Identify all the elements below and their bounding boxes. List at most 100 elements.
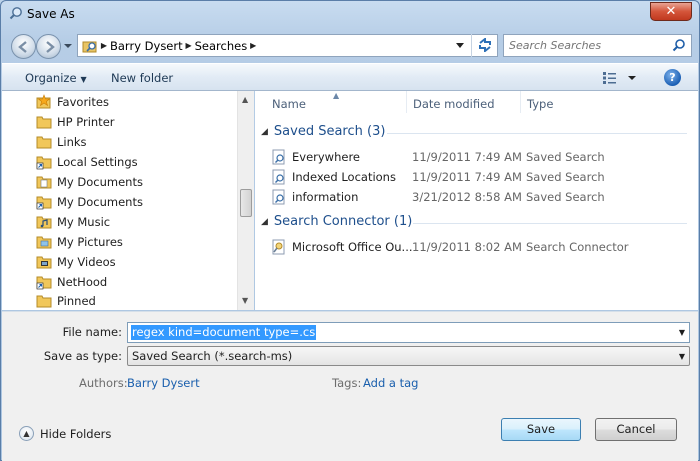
address-dropdown-icon[interactable] [455, 42, 465, 50]
videos-folder-icon [36, 256, 52, 269]
save-details-panel: File name: regex kind=document type=.cs … [2, 311, 698, 461]
window-title: Save As [27, 7, 75, 21]
refresh-button[interactable] [471, 34, 498, 57]
file-type: Saved Search [526, 170, 605, 184]
column-header-type[interactable]: Type [527, 97, 553, 111]
tree-item-nethood[interactable]: NetHood [36, 273, 107, 291]
save-as-type-select[interactable]: Saved Search (*.search-ms) ▼ [127, 346, 690, 366]
saved-search-icon [272, 169, 285, 185]
search-icon[interactable] [672, 38, 686, 52]
scroll-up-icon[interactable]: ▲ [242, 95, 248, 104]
file-name: Indexed Locations [292, 170, 396, 184]
tree-item-links[interactable]: Links [36, 133, 87, 151]
breadcrumb-separator-icon[interactable]: ▶ [98, 41, 110, 50]
file-name: Everywhere [292, 150, 361, 164]
column-divider[interactable] [406, 91, 407, 113]
recent-pages-chevron-icon[interactable] [63, 41, 73, 51]
hide-folders-button[interactable]: ▲ Hide Folders [19, 426, 111, 441]
scroll-down-icon[interactable]: ▼ [242, 296, 248, 305]
file-name: Microsoft Office Ou... [292, 240, 412, 254]
search-box[interactable] [503, 34, 692, 57]
tree-item-label: Favorites [57, 95, 109, 109]
column-header-name[interactable]: Name [272, 97, 306, 111]
title-bar[interactable]: Save As ✕ [1, 1, 699, 27]
scrollbar-thumb[interactable] [240, 189, 252, 217]
authors-value[interactable]: Barry Dysert [127, 376, 200, 390]
search-connector-icon [272, 239, 285, 255]
group-header-saved-search[interactable]: ◢ Saved Search (3) [261, 124, 385, 139]
folder-icon [36, 295, 52, 308]
group-divider [387, 133, 687, 134]
tree-item-label: Local Settings [57, 155, 138, 169]
tree-item-label: My Music [57, 215, 111, 229]
tags-label: Tags: [332, 376, 362, 390]
sort-ascending-icon: ▲ [333, 91, 340, 100]
shortcut-folder-icon [36, 156, 52, 170]
authors-label: Authors: [79, 376, 128, 390]
save-button[interactable]: Save [501, 418, 581, 441]
file-row-everywhere[interactable]: Everywhere 11/9/2011 7:49 AM Saved Searc… [271, 148, 691, 166]
tree-item-my-documents[interactable]: My Documents [36, 173, 143, 191]
breadcrumb-separator-icon[interactable]: ▶ [247, 41, 259, 50]
column-divider[interactable] [520, 91, 521, 113]
file-type: Search Connector [526, 240, 629, 254]
close-button[interactable]: ✕ [650, 2, 692, 21]
tree-item-my-pictures[interactable]: My Pictures [36, 233, 123, 251]
file-name-combobox[interactable]: regex kind=document type=.cs ▼ [127, 322, 690, 343]
file-date: 3/21/2012 8:58 AM [412, 190, 522, 204]
new-folder-button[interactable]: New folder [111, 71, 173, 85]
tree-item-my-documents-shortcut[interactable]: My Documents [36, 193, 143, 211]
cancel-button[interactable]: Cancel [595, 418, 677, 441]
searches-folder-icon [82, 41, 97, 52]
save-as-type-value: Saved Search (*.search-ms) [132, 349, 293, 363]
save-as-dialog: Save As ✕ ▶ Barry Dysert ▶ Searches ▶ Se… [0, 0, 700, 461]
change-view-icon[interactable] [602, 71, 638, 85]
tree-item-label: NetHood [57, 275, 108, 289]
file-list[interactable]: ▲ Name Date modified Type ◢ Saved Search… [255, 91, 698, 310]
navigation-scrollbar[interactable]: ▲ ▼ [237, 91, 254, 310]
file-row-information[interactable]: information 3/21/2012 8:58 AM Saved Sear… [271, 188, 691, 206]
file-row-indexed-locations[interactable]: Indexed Locations 11/9/2011 7:49 AM Save… [271, 168, 691, 186]
address-bar[interactable]: ▶ Barry Dysert ▶ Searches ▶ [77, 34, 498, 57]
forward-button[interactable] [36, 34, 61, 59]
shortcut-folder-icon [36, 276, 52, 290]
breadcrumb-separator-icon[interactable]: ▶ [183, 41, 195, 50]
collapse-group-icon[interactable]: ◢ [261, 127, 268, 137]
tree-item-label: HP Printer [57, 115, 115, 129]
tree-item-label: My Pictures [57, 235, 123, 249]
command-bar: Organize ▼ New folder ? [2, 63, 698, 91]
file-type: Saved Search [526, 150, 605, 164]
chevron-down-icon[interactable]: ▼ [679, 352, 685, 361]
tree-item-favorites[interactable]: Favorites [36, 93, 109, 111]
group-header-search-connector[interactable]: ◢ Search Connector (1) [261, 214, 412, 229]
tree-item-pinned[interactable]: Pinned [36, 292, 96, 310]
save-as-type-label: Save as type: [43, 349, 122, 363]
breadcrumb-searches[interactable]: Searches [195, 39, 248, 53]
search-input[interactable] [509, 38, 659, 53]
tree-item-my-music[interactable]: My Music [36, 213, 110, 231]
organize-menu[interactable]: Organize ▼ [25, 71, 87, 85]
collapse-group-icon[interactable]: ◢ [261, 217, 268, 227]
chevron-down-icon[interactable]: ▼ [679, 328, 685, 337]
tree-item-hp-printer[interactable]: HP Printer [36, 113, 115, 131]
organize-label: Organize [25, 71, 77, 85]
group-title: Search Connector (1) [273, 214, 413, 229]
tree-item-local-settings[interactable]: Local Settings [36, 153, 138, 171]
documents-folder-icon [36, 176, 52, 189]
navigation-pane[interactable]: Favorites HP Printer Links Local Setting… [2, 91, 254, 310]
column-header-date-modified[interactable]: Date modified [413, 97, 495, 111]
hide-folders-label: Hide Folders [40, 426, 112, 441]
file-name-input[interactable]: regex kind=document type=.cs [131, 325, 317, 340]
tree-item-label: Links [57, 135, 87, 149]
tree-item-my-videos[interactable]: My Videos [36, 253, 116, 271]
tree-item-label: My Videos [57, 255, 116, 269]
breadcrumb-barry-dysert[interactable]: Barry Dysert [110, 39, 183, 53]
help-button[interactable]: ? [664, 69, 681, 86]
chevron-down-icon: ▼ [80, 75, 87, 84]
file-row-microsoft-office[interactable]: Microsoft Office Ou... 11/9/2011 8:02 AM… [271, 238, 691, 256]
back-button[interactable] [11, 34, 36, 59]
pictures-folder-icon [36, 236, 52, 249]
file-type: Saved Search [526, 190, 605, 204]
add-tag-link[interactable]: Add a tag [363, 376, 418, 390]
group-divider [413, 223, 687, 224]
